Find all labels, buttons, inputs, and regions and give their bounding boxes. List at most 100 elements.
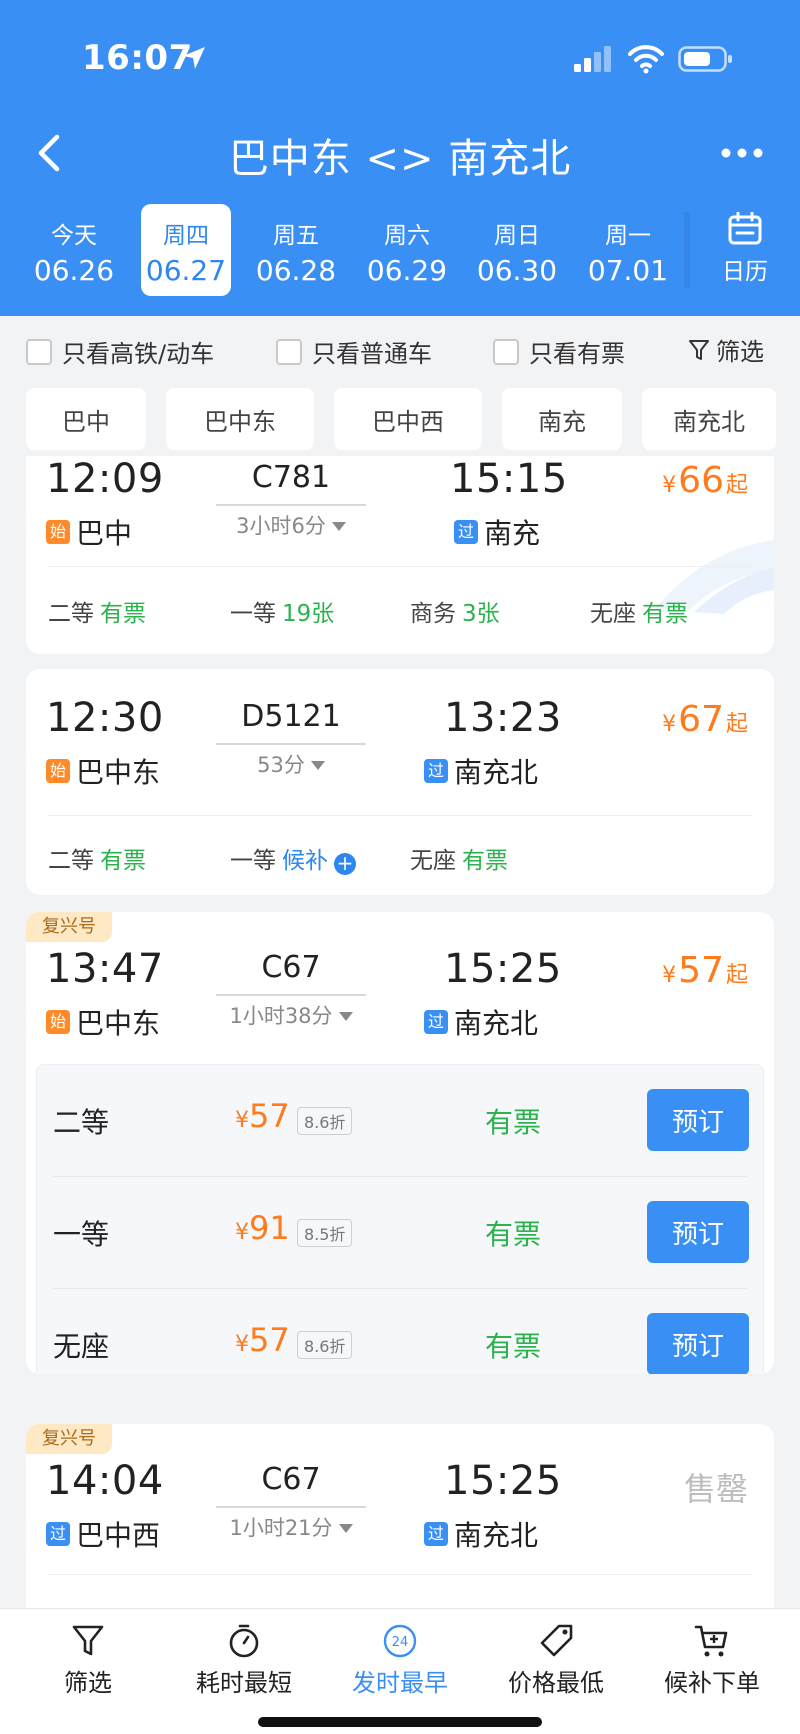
date-strip: 今天 06.26 周四 06.27 周五 06.28 周六 06.29 周日 0… <box>0 204 800 296</box>
departure-time: 12:30 <box>46 695 164 741</box>
seat-name: 无座 <box>410 848 456 874</box>
departure-time: 13:47 <box>46 946 164 992</box>
discount-badge: 8.6折 <box>297 1331 353 1359</box>
more-button[interactable] <box>712 130 772 176</box>
train-number: C67 <box>261 1462 321 1497</box>
date-item-4[interactable]: 周日 06.30 <box>472 204 562 296</box>
station-chip[interactable]: 巴中东 <box>166 388 314 450</box>
train-card[interactable]: 12:30 D5121 53分 13:23 始巴中东 过南充北 ¥67 起 二等有… <box>26 669 774 895</box>
yen-sign: ¥ <box>662 963 677 988</box>
calendar-label: 日历 <box>722 259 768 285</box>
duration-text: 1小时21分 <box>229 1516 333 1540</box>
arrival-time: 15:15 <box>450 456 568 502</box>
date-item-1[interactable]: 周四 06.27 <box>141 204 231 296</box>
pass-tag: 过 <box>424 759 448 783</box>
checkbox-label: 只看普通车 <box>312 340 432 368</box>
calendar-button[interactable]: 日历 <box>690 204 800 296</box>
book-button[interactable]: 预订 <box>647 1089 749 1151</box>
date-weekday: 今天 <box>51 223 97 249</box>
date-weekday: 周六 <box>384 223 430 249</box>
seat-price: ¥91 <box>235 1209 290 1247</box>
tab-label: 发时最早 <box>352 1669 448 1697</box>
seat-status: 候补 <box>282 848 328 874</box>
seat-name: 一等 <box>230 601 276 627</box>
price-value: 66 <box>678 460 724 501</box>
book-button[interactable]: 预订 <box>647 1201 749 1263</box>
wifi-icon <box>628 45 664 74</box>
more-dots-icon <box>721 148 763 158</box>
station-chip[interactable]: 南充 <box>502 388 622 450</box>
date-item-0[interactable]: 今天 06.26 <box>29 204 119 296</box>
price-suffix: 起 <box>725 963 748 988</box>
start-tag: 始 <box>46 759 70 783</box>
date-value: 06.30 <box>476 254 558 287</box>
date-weekday: 周日 <box>494 223 540 249</box>
seat-price: ¥57 <box>235 1321 290 1359</box>
duration-text: 1小时38分 <box>229 1004 333 1028</box>
train-card-expanded[interactable]: 复兴号 13:47 C67 1小时38分 15:25 始巴中东 过南充北 ¥57… <box>26 912 774 1374</box>
departure-station: 始巴中 <box>46 512 132 552</box>
station-name: 南充北 <box>454 1007 539 1040</box>
book-button[interactable]: 预订 <box>647 1313 749 1374</box>
calendar-icon <box>728 212 762 245</box>
price-value: 57 <box>249 1097 290 1135</box>
tab-filter[interactable]: 筛选 <box>8 1619 168 1698</box>
checkbox-box[interactable] <box>493 338 519 365</box>
station-name: 巴中东 <box>76 756 161 789</box>
yen-sign: ¥ <box>235 1220 249 1245</box>
duration[interactable]: 1小时21分 <box>216 1512 366 1542</box>
seat-price: ¥57 <box>235 1097 290 1135</box>
station-chip[interactable]: 巴中西 <box>334 388 482 450</box>
duration[interactable]: 1小时38分 <box>216 1000 366 1030</box>
seat-status: 有票 <box>462 848 508 874</box>
fuxing-badge: 复兴号 <box>26 912 112 942</box>
train-list[interactable]: 12:09 C781 3小时6分 15:15 始巴中 过南充 ¥66 起 二等 有票… <box>26 456 774 1608</box>
duration[interactable]: 3小时6分 <box>216 510 366 540</box>
battery-icon <box>678 46 732 72</box>
departure-station: 始巴中东 <box>46 1002 160 1042</box>
duration[interactable]: 53分 <box>216 749 366 779</box>
seat-status: 有票 <box>485 1330 542 1363</box>
station-chip[interactable]: 南充北 <box>642 388 776 450</box>
tab-lowest-price[interactable]: 价格最低 <box>476 1619 636 1698</box>
high-speed-checkbox[interactable]: 只看高铁/动车 <box>26 334 214 369</box>
checkbox-box[interactable] <box>276 338 302 365</box>
plus-circle-icon[interactable]: + <box>334 853 356 875</box>
tab-earliest-departure[interactable]: 24 发时最早 <box>320 1619 480 1698</box>
discount-badge: 8.6折 <box>297 1107 353 1135</box>
seat-detail-panel: 二等 ¥57 8.6折 有票 预订 一等 ¥91 8.5折 有票 预订 无座 ¥… <box>36 1064 764 1374</box>
arrival-station: 过南充 <box>454 512 540 552</box>
seat-name: 二等 <box>48 848 94 874</box>
cellular-signal-icon <box>574 46 611 72</box>
normal-train-checkbox[interactable]: 只看普通车 <box>276 334 432 369</box>
tab-waitlist-order[interactable]: 候补下单 <box>632 1619 792 1698</box>
checkbox-box[interactable] <box>26 338 52 365</box>
train-line <box>216 994 366 996</box>
date-weekday: 周四 <box>163 223 209 249</box>
seat-status: 有票 <box>485 1218 542 1251</box>
caret-down-icon <box>338 1012 353 1021</box>
train-card[interactable]: 复兴号 14:04 C67 1小时21分 15:25 过巴中西 过南充北 售罄 <box>26 1424 774 1608</box>
arrival-time: 15:25 <box>444 1458 562 1504</box>
lowest-price: ¥57 起 <box>662 950 748 991</box>
seat-summary: 无座 有票 <box>410 841 508 875</box>
station-name: 巴中 <box>76 517 133 550</box>
duration-text: 3小时6分 <box>236 514 326 538</box>
train-card[interactable]: 12:09 C781 3小时6分 15:15 始巴中 过南充 ¥66 起 二等 有票… <box>26 456 774 654</box>
seat-row: 二等 ¥57 8.6折 有票 预订 <box>37 1065 763 1177</box>
seat-status: 有票 <box>485 1106 542 1139</box>
date-item-5[interactable]: 周一 07.01 <box>583 204 673 296</box>
caret-down-icon <box>331 522 346 531</box>
date-item-3[interactable]: 周六 06.29 <box>362 204 452 296</box>
tab-shortest-duration[interactable]: 耗时最短 <box>164 1619 324 1698</box>
filter-row: 只看高铁/动车 只看普通车 只看有票 筛选 <box>0 316 800 382</box>
available-only-checkbox[interactable]: 只看有票 <box>493 334 625 369</box>
date-weekday: 周五 <box>273 223 319 249</box>
seat-summary: 无座 有票 <box>590 594 688 628</box>
waitlist-seat[interactable]: 一等 候补 + <box>230 841 356 875</box>
filter-button[interactable]: 筛选 <box>688 332 764 367</box>
duration-text: 53分 <box>257 753 305 777</box>
date-item-2[interactable]: 周五 06.28 <box>251 204 341 296</box>
price-tag-icon <box>540 1624 573 1657</box>
station-chip[interactable]: 巴中 <box>26 388 146 450</box>
